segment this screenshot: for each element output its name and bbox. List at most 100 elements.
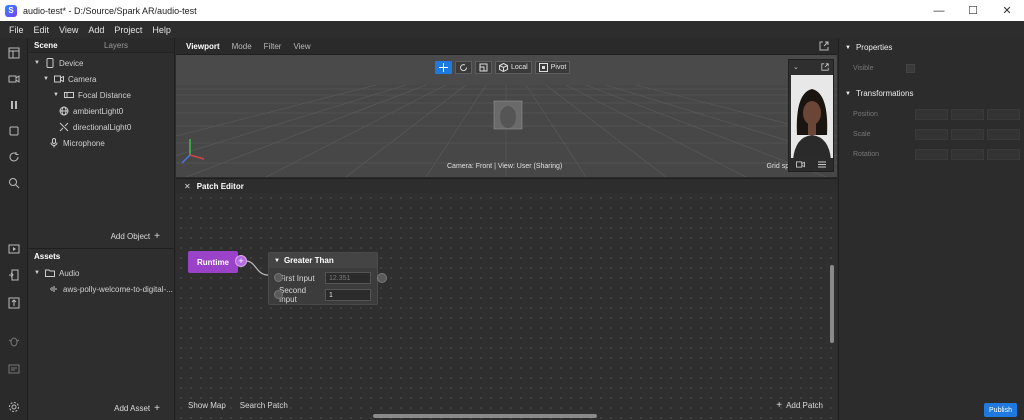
focal-distance-icon: [64, 90, 74, 100]
hamburger-menu-icon[interactable]: [818, 161, 827, 168]
plus-icon: +: [776, 399, 783, 411]
tab-scene[interactable]: Scene: [29, 41, 99, 50]
console-icon[interactable]: [7, 362, 21, 376]
search-icon[interactable]: [7, 176, 21, 190]
chevron-down-icon[interactable]: ⌄: [793, 63, 799, 71]
menu-file[interactable]: File: [4, 25, 29, 35]
pivot-toggle-button[interactable]: Pivot: [534, 61, 571, 74]
menu-project[interactable]: Project: [109, 25, 147, 35]
show-map-button[interactable]: Show Map: [188, 401, 226, 410]
scale-x-field[interactable]: [915, 129, 948, 140]
maximize-button[interactable]: ☐: [956, 0, 990, 21]
properties-section[interactable]: ▼ Properties: [845, 43, 892, 52]
asset-audio-file[interactable]: aws-polly-welcome-to-digital-...: [49, 282, 173, 296]
tree-item-camera[interactable]: ▼ Camera: [43, 72, 96, 86]
tab-viewport[interactable]: Viewport: [180, 42, 226, 51]
refresh-icon[interactable]: [7, 150, 21, 164]
settings-gear-icon[interactable]: [7, 400, 21, 414]
menu-add[interactable]: Add: [83, 25, 109, 35]
pivot-label: Pivot: [550, 64, 567, 71]
bug-icon[interactable]: [7, 334, 21, 348]
collapse-caret-icon[interactable]: ▼: [43, 76, 51, 82]
local-toggle-button[interactable]: Local: [495, 61, 532, 74]
scale-y-field[interactable]: [951, 129, 984, 140]
visible-label: Visible: [853, 65, 874, 72]
tab-mode[interactable]: Mode: [226, 42, 258, 51]
minimize-button[interactable]: —: [922, 0, 956, 21]
rotation-z-field[interactable]: [987, 149, 1020, 160]
expand-icon[interactable]: [819, 41, 829, 51]
first-input-port[interactable]: [274, 273, 283, 282]
horizontal-scrollbar[interactable]: [373, 414, 597, 418]
video-camera-icon[interactable]: [7, 72, 21, 86]
viewport-canvas[interactable]: Local Pivot Camera: Front | View: User (…: [176, 55, 837, 177]
menu-edit[interactable]: Edit: [29, 25, 55, 35]
simulator-preview[interactable]: ⌄: [788, 59, 834, 172]
rotate-icon: [460, 64, 468, 72]
tree-item-directional-light[interactable]: directionalLight0: [59, 120, 131, 134]
add-asset-button[interactable]: Add Asset +: [114, 403, 160, 414]
tab-filter[interactable]: Filter: [258, 42, 288, 51]
chevron-down-icon[interactable]: ▼: [845, 45, 851, 51]
greater-than-title: Greater Than: [283, 256, 334, 265]
menu-help[interactable]: Help: [147, 25, 176, 35]
chevron-down-icon[interactable]: ▼: [274, 258, 280, 264]
send-to-device-icon[interactable]: [7, 268, 21, 282]
greater-than-patch[interactable]: ▼ Greater Than First Input 12.351 Second…: [268, 252, 378, 305]
tree-item-focal-distance[interactable]: ▼ Focal Distance: [53, 88, 131, 102]
video-camera-icon[interactable]: [795, 161, 805, 168]
add-patch-button[interactable]: + Add Patch: [776, 396, 823, 414]
transformations-section[interactable]: ▼ Transformations: [845, 89, 913, 98]
close-icon[interactable]: ✕: [184, 182, 191, 191]
greater-than-output-port[interactable]: [377, 273, 387, 283]
test-on-device-icon[interactable]: [7, 242, 21, 256]
pause-icon[interactable]: [7, 98, 21, 112]
scene-panel: Scene Layers ▼ Device ▼ Camera ▼ Focal D…: [29, 38, 175, 248]
second-input-port[interactable]: [274, 290, 283, 299]
tree-item-label: ambientLight0: [73, 106, 124, 116]
stop-icon[interactable]: [7, 124, 21, 138]
rotation-y-field[interactable]: [951, 149, 984, 160]
scale-icon: [479, 63, 488, 72]
collapse-caret-icon[interactable]: ▼: [53, 92, 61, 98]
position-y-field[interactable]: [951, 109, 984, 120]
tab-layers[interactable]: Layers: [99, 41, 133, 50]
vertical-scrollbar[interactable]: [830, 265, 834, 343]
add-asset-label: Add Asset: [114, 404, 151, 413]
move-icon: [439, 63, 448, 72]
asset-folder-audio[interactable]: ▼ Audio: [34, 266, 79, 280]
tree-item-ambient-light[interactable]: ambientLight0: [59, 104, 123, 118]
tree-item-label: directionalLight0: [73, 122, 132, 132]
tree-item-label: Device: [59, 58, 84, 68]
runtime-output-port[interactable]: +: [235, 255, 247, 267]
upload-icon[interactable]: [7, 296, 21, 310]
first-input-field[interactable]: 12.351: [325, 272, 371, 284]
add-object-button[interactable]: Add Object +: [111, 231, 160, 242]
patch-editor-header: ✕ Patch Editor: [176, 178, 837, 193]
tree-item-device[interactable]: ▼ Device: [34, 56, 83, 70]
search-patch-button[interactable]: Search Patch: [240, 401, 288, 410]
first-input-label: First Input: [279, 273, 315, 283]
runtime-patch[interactable]: Runtime: [188, 251, 238, 273]
tab-view[interactable]: View: [287, 42, 316, 51]
menu-view[interactable]: View: [54, 25, 83, 35]
position-x-field[interactable]: [915, 109, 948, 120]
layout-icon[interactable]: [7, 46, 21, 60]
visible-checkbox[interactable]: [905, 64, 915, 73]
scale-tool-button[interactable]: [475, 61, 492, 74]
collapse-caret-icon[interactable]: ▼: [34, 60, 42, 66]
camera-preview-image: [791, 75, 833, 160]
publish-button[interactable]: Publish: [984, 403, 1017, 417]
expand-icon[interactable]: [821, 63, 829, 71]
collapse-caret-icon[interactable]: ▼: [34, 270, 42, 276]
tree-item-microphone[interactable]: Microphone: [49, 136, 105, 150]
position-z-field[interactable]: [987, 109, 1020, 120]
second-input-field[interactable]: 1: [325, 289, 371, 301]
rotation-x-field[interactable]: [915, 149, 948, 160]
chevron-down-icon[interactable]: ▼: [845, 91, 851, 97]
rotate-tool-button[interactable]: [455, 61, 472, 74]
move-tool-button[interactable]: [435, 61, 452, 74]
patch-editor-canvas[interactable]: Runtime + ▼ Greater Than First Input 12.…: [176, 193, 837, 420]
close-button[interactable]: ✕: [990, 0, 1024, 21]
scale-z-field[interactable]: [987, 129, 1020, 140]
